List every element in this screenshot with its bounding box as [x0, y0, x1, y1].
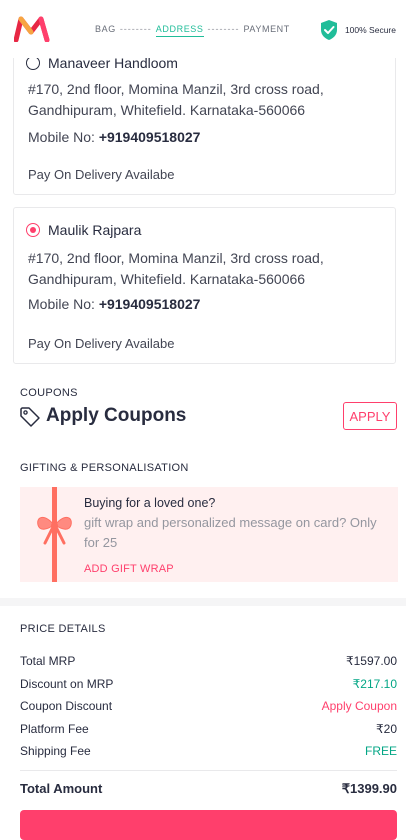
address-card[interactable]: Manaveer Handloom #170, 2nd floor, Momin… — [13, 40, 396, 195]
checkout-steps: BAG -------- ADDRESS -------- PAYMENT — [95, 24, 290, 37]
step-separator: -------- — [119, 24, 152, 34]
step-separator: -------- — [207, 24, 240, 34]
price-label: Platform Fee — [20, 722, 89, 736]
total-amount-row: Total Amount ₹1399.90 — [20, 781, 397, 797]
total-value: ₹1399.90 — [341, 781, 397, 796]
mobile-number: Mobile No: +919409518027 — [28, 129, 200, 145]
price-value: ₹217.10 — [352, 677, 397, 691]
add-gift-wrap-link[interactable]: ADD GIFT WRAP — [84, 563, 174, 575]
address-line: #170, 2nd floor, Momina Manzil, 3rd cros… — [28, 250, 324, 266]
price-value: ₹1597.00 — [345, 654, 397, 668]
price-label: Discount on MRP — [20, 677, 114, 691]
pay-on-delivery-note: Pay On Delivery Availabe — [28, 336, 175, 351]
price-label: Coupon Discount — [20, 699, 113, 713]
coupons-section-title: COUPONS — [20, 387, 78, 399]
gift-ribbon-icon — [37, 487, 72, 582]
section-divider — [0, 598, 406, 606]
continue-button[interactable] — [20, 810, 397, 840]
address-line: #170, 2nd floor, Momina Manzil, 3rd cros… — [28, 81, 324, 97]
step-address[interactable]: ADDRESS — [155, 24, 204, 37]
mobile-label: Mobile No: — [28, 129, 99, 145]
step-payment[interactable]: PAYMENT — [244, 24, 290, 34]
mobile-value: +919409518027 — [98, 129, 201, 145]
apply-coupon-button[interactable]: APPLY — [343, 402, 397, 430]
price-row-shipping: Shipping Fee FREE — [20, 744, 397, 758]
price-row-platform-fee: Platform Fee ₹20 — [20, 722, 397, 736]
price-value: ₹20 — [376, 722, 397, 736]
address-text: #170, 2nd floor, Momina Manzil, 3rd cros… — [28, 248, 388, 290]
myntra-logo-icon[interactable] — [14, 16, 50, 42]
apply-coupons-heading: Apply Coupons — [46, 405, 187, 426]
shield-check-icon — [320, 20, 337, 40]
address-name: Maulik Rajpara — [48, 222, 142, 238]
price-row-coupon: Coupon Discount Apply Coupon — [20, 699, 397, 713]
mobile-label: Mobile No: — [28, 296, 99, 312]
price-label: Total MRP — [20, 654, 76, 668]
price-value: FREE — [364, 744, 397, 758]
gift-description: gift wrap and personalized message on ca… — [84, 515, 377, 550]
price-divider — [20, 770, 397, 771]
secure-label: 100% Secure — [344, 25, 396, 35]
gift-wrap-banner: Buying for a loved one? gift wrap and pe… — [20, 487, 398, 582]
price-row-total-mrp: Total MRP ₹1597.00 — [20, 654, 397, 668]
pay-on-delivery-note: Pay On Delivery Availabe — [28, 167, 175, 182]
apply-coupon-link[interactable]: Apply Coupon — [322, 699, 397, 713]
address-text: #170, 2nd floor, Momina Manzil, 3rd cros… — [28, 79, 388, 121]
mobile-value: +919409518027 — [98, 296, 201, 312]
address-radio-selected[interactable] — [26, 223, 40, 237]
mobile-number: Mobile No: +919409518027 — [28, 296, 200, 312]
price-label: Shipping Fee — [20, 744, 91, 758]
price-details-title: PRICE DETAILS — [20, 623, 106, 635]
step-bag[interactable]: BAG — [95, 24, 116, 34]
address-line: Gandhipuram, Whitefield. Karnataka-56006… — [28, 102, 306, 118]
price-row-discount: Discount on MRP ₹217.10 — [20, 677, 397, 691]
tag-icon — [20, 407, 40, 427]
checkout-header: BAG -------- ADDRESS -------- PAYMENT 100% S… — [0, 0, 406, 58]
gift-heading: Buying for a loved one? — [84, 496, 216, 510]
address-line: Gandhipuram, Whitefield. Karnataka-56006… — [28, 271, 306, 287]
total-label: Total Amount — [20, 781, 103, 796]
secure-badge: 100% Secure — [319, 19, 396, 41]
address-card-selected[interactable]: Maulik Rajpara #170, 2nd floor, Momina M… — [13, 207, 396, 364]
address-radio[interactable] — [26, 56, 40, 70]
gifting-section-title: GIFTING & PERSONALISATION — [20, 462, 189, 474]
